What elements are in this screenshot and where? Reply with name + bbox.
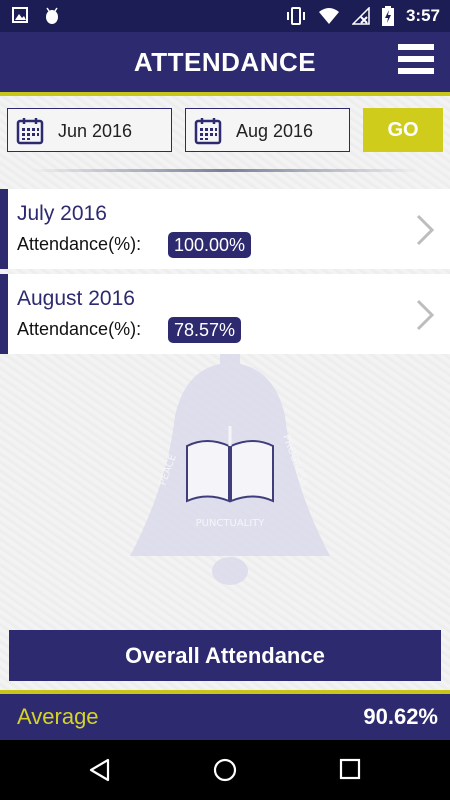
- attendance-label: Attendance(%):: [17, 234, 142, 254]
- attendance-badge: 78.57%: [168, 317, 242, 343]
- wifi-icon: [318, 8, 339, 24]
- filter-divider: [30, 169, 420, 172]
- month-card-july[interactable]: July 2016 Attendance(%): 100.00%: [0, 189, 450, 269]
- month-name: July 2016: [17, 202, 107, 225]
- home-circle-icon[interactable]: [213, 758, 237, 782]
- system-nav-bar: [0, 740, 450, 800]
- overall-attendance-button[interactable]: Overall Attendance: [9, 630, 441, 681]
- battery-charging-icon: [381, 6, 394, 26]
- no-signal-icon: [351, 7, 370, 25]
- from-date-picker[interactable]: Jun 2016: [7, 108, 172, 152]
- recents-square-icon[interactable]: [339, 758, 361, 780]
- bell-logo-watermark: PEACE PROGRESS PUNCTUALITY: [130, 346, 330, 585]
- go-button[interactable]: GO: [363, 108, 443, 152]
- card-accent-bar: [0, 274, 8, 354]
- hamburger-menu-icon[interactable]: [398, 44, 434, 78]
- android-debug-icon: [46, 7, 58, 24]
- card-accent-bar: [0, 189, 8, 269]
- clock-time: 3:57: [405, 6, 440, 25]
- status-bar: 3:57: [0, 0, 450, 32]
- chevron-right-icon: [416, 214, 435, 246]
- page-title: ATTENDANCE: [133, 47, 317, 77]
- attendance-badge: 100.00%: [168, 232, 252, 258]
- to-date-value: Aug 2016: [236, 121, 314, 141]
- attendance-label: Attendance(%):: [17, 319, 142, 339]
- calendar-icon: [194, 118, 222, 145]
- vibrate-icon: [286, 7, 305, 25]
- to-date-picker[interactable]: Aug 2016: [185, 108, 350, 152]
- average-label: Average: [17, 704, 99, 729]
- main-content: PEACE PROGRESS PUNCTUALITY Jun 2016 Aug …: [0, 96, 450, 690]
- calendar-icon: [16, 118, 44, 145]
- from-date-value: Jun 2016: [58, 121, 133, 141]
- month-name: August 2016: [17, 287, 135, 310]
- average-value: 90.62%: [363, 704, 438, 729]
- back-triangle-icon[interactable]: [88, 758, 112, 782]
- date-filter-row: Jun 2016 Aug 2016 GO: [0, 96, 450, 176]
- chevron-right-icon: [416, 299, 435, 331]
- image-notification-icon: [12, 7, 28, 23]
- average-footer: Average 90.62%: [0, 694, 450, 740]
- month-card-august[interactable]: August 2016 Attendance(%): 78.57%: [0, 274, 450, 354]
- watermark-bottom-text: PUNCTUALITY: [196, 518, 266, 529]
